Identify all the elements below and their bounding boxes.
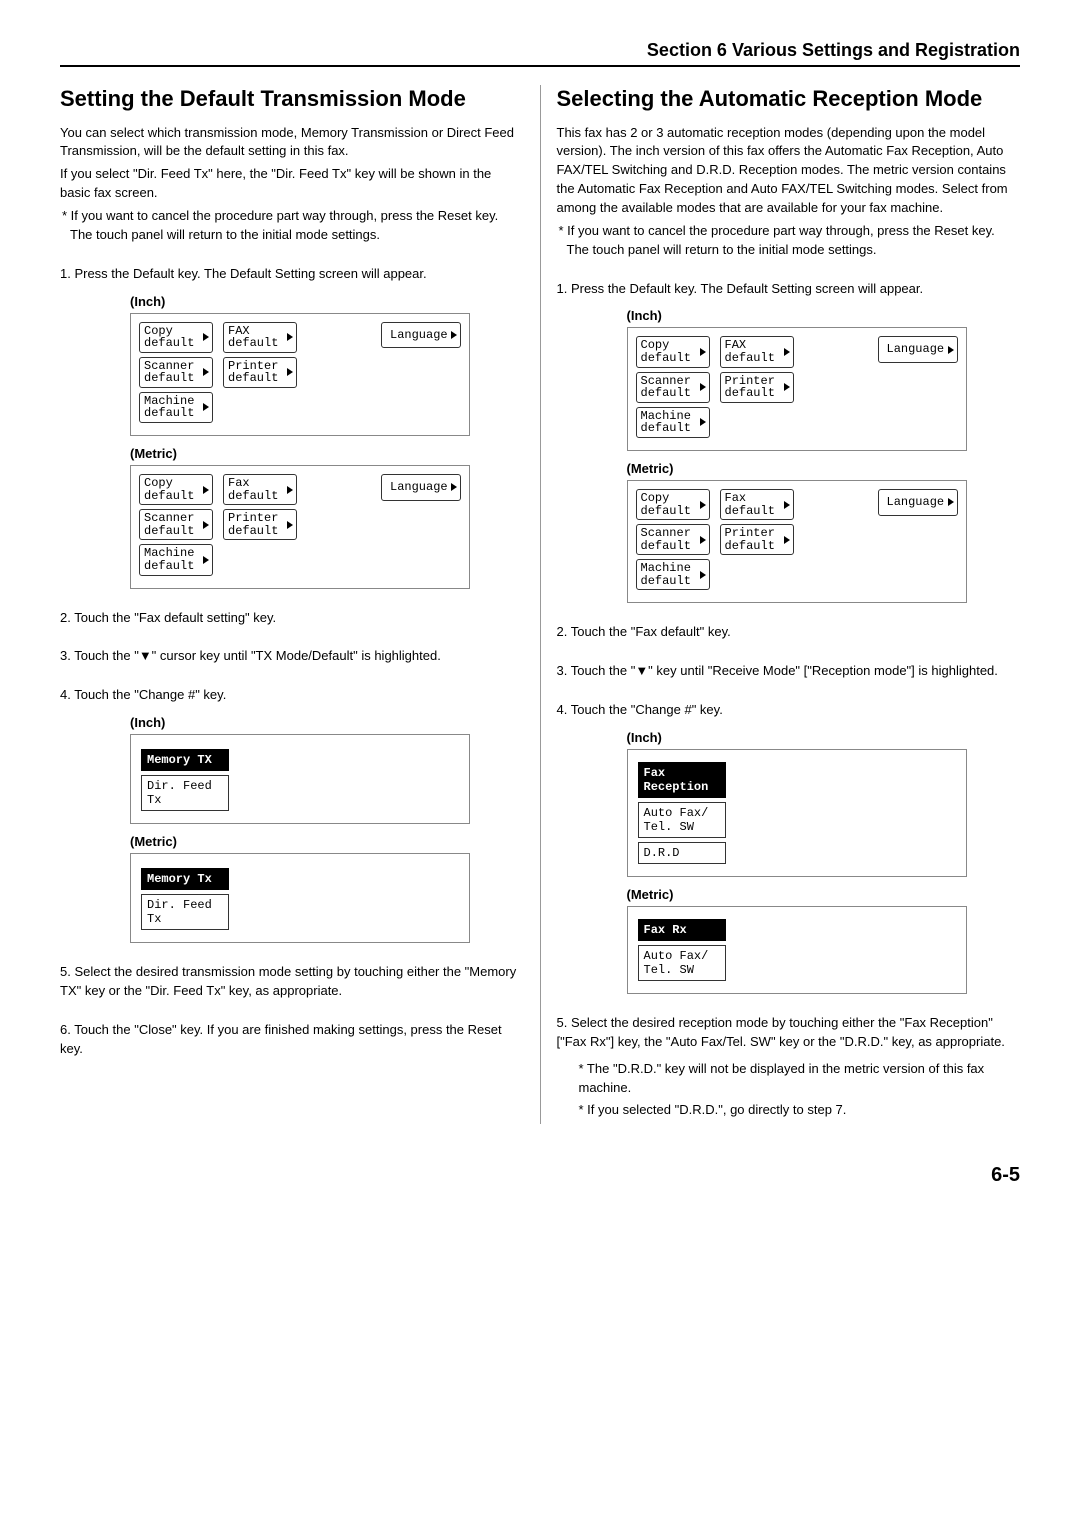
machine-default-button[interactable]: Machine default bbox=[139, 544, 213, 575]
language-button[interactable]: Language bbox=[878, 489, 958, 516]
right-intro: This fax has 2 or 3 automatic reception … bbox=[557, 124, 1021, 218]
printer-default-button[interactable]: Printer default bbox=[720, 524, 794, 555]
label-metric: (Metric) bbox=[130, 834, 524, 849]
auto-fax-tel-button[interactable]: Auto Fax/ Tel. SW bbox=[638, 945, 726, 981]
label-inch: (Inch) bbox=[627, 730, 1021, 745]
auto-fax-tel-button[interactable]: Auto Fax/ Tel. SW bbox=[638, 802, 726, 838]
fax-rx-button[interactable]: Fax Rx bbox=[638, 919, 726, 941]
rx-panel-inch: Fax Reception Auto Fax/ Tel. SW D.R.D bbox=[627, 749, 967, 877]
printer-default-button[interactable]: Printer default bbox=[720, 372, 794, 403]
scanner-default-button[interactable]: Scanner default bbox=[636, 524, 710, 555]
memory-tx-button[interactable]: Memory TX bbox=[141, 749, 229, 771]
fax-default-button[interactable]: FAX default bbox=[720, 336, 794, 367]
right-note: * If you want to cancel the procedure pa… bbox=[557, 222, 1021, 260]
right-step-2: 2. Touch the "Fax default" key. bbox=[557, 623, 1021, 642]
copy-default-button[interactable]: Copy default bbox=[636, 336, 710, 367]
machine-default-button[interactable]: Machine default bbox=[636, 407, 710, 438]
right-step-5-note2: * If you selected "D.R.D.", go directly … bbox=[557, 1101, 1021, 1120]
fax-default-button[interactable]: Fax default bbox=[720, 489, 794, 520]
machine-default-button[interactable]: Machine default bbox=[636, 559, 710, 590]
copy-default-button[interactable]: Copy default bbox=[139, 322, 213, 353]
copy-default-button[interactable]: Copy default bbox=[139, 474, 213, 505]
right-title: Selecting the Automatic Reception Mode bbox=[557, 85, 1021, 114]
printer-default-button[interactable]: Printer default bbox=[223, 357, 297, 388]
right-step-3: 3. Touch the "▼" key until "Receive Mode… bbox=[557, 662, 1021, 681]
language-button[interactable]: Language bbox=[878, 336, 958, 363]
left-step-3: 3. Touch the "▼" cursor key until "TX Mo… bbox=[60, 647, 524, 666]
right-step-5: 5. Select the desired reception mode by … bbox=[557, 1014, 1021, 1052]
rx-panel-metric: Fax Rx Auto Fax/ Tel. SW bbox=[627, 906, 967, 994]
left-step-4: 4. Touch the "Change #" key. bbox=[60, 686, 524, 705]
dir-feed-tx-button[interactable]: Dir. Feed Tx bbox=[141, 775, 229, 811]
language-button[interactable]: Language bbox=[381, 474, 461, 501]
left-intro-1: You can select which transmission mode, … bbox=[60, 124, 524, 162]
label-metric: (Metric) bbox=[627, 887, 1021, 902]
default-panel-metric: Copy default Scanner default Machine def… bbox=[627, 480, 967, 604]
drd-button[interactable]: D.R.D bbox=[638, 842, 726, 864]
left-step-6: 6. Touch the "Close" key. If you are fin… bbox=[60, 1021, 524, 1059]
left-step-2: 2. Touch the "Fax default setting" key. bbox=[60, 609, 524, 628]
language-button[interactable]: Language bbox=[381, 322, 461, 349]
label-inch: (Inch) bbox=[627, 308, 1021, 323]
left-note: * If you want to cancel the procedure pa… bbox=[60, 207, 524, 245]
fax-reception-button[interactable]: Fax Reception bbox=[638, 762, 726, 798]
page-number: 6-5 bbox=[60, 1164, 1020, 1187]
label-metric: (Metric) bbox=[130, 446, 524, 461]
label-inch: (Inch) bbox=[130, 294, 524, 309]
printer-default-button[interactable]: Printer default bbox=[223, 509, 297, 540]
dir-feed-tx-button[interactable]: Dir. Feed Tx bbox=[141, 894, 229, 930]
left-title: Setting the Default Transmission Mode bbox=[60, 85, 524, 114]
right-step-5-note1: * The "D.R.D." key will not be displayed… bbox=[557, 1060, 1021, 1098]
default-panel-inch: Copy default Scanner default Machine def… bbox=[130, 313, 470, 437]
right-step-1: 1. Press the Default key. The Default Se… bbox=[557, 280, 1021, 299]
copy-default-button[interactable]: Copy default bbox=[636, 489, 710, 520]
section-header: Section 6 Various Settings and Registrat… bbox=[647, 40, 1020, 61]
fax-default-button[interactable]: FAX default bbox=[223, 322, 297, 353]
scanner-default-button[interactable]: Scanner default bbox=[139, 357, 213, 388]
left-step-1: 1. Press the Default key. The Default Se… bbox=[60, 265, 524, 284]
fax-default-button[interactable]: Fax default bbox=[223, 474, 297, 505]
left-intro-2: If you select "Dir. Feed Tx" here, the "… bbox=[60, 165, 524, 203]
scanner-default-button[interactable]: Scanner default bbox=[139, 509, 213, 540]
memory-tx-button[interactable]: Memory Tx bbox=[141, 868, 229, 890]
left-step-5: 5. Select the desired transmission mode … bbox=[60, 963, 524, 1001]
machine-default-button[interactable]: Machine default bbox=[139, 392, 213, 423]
scanner-default-button[interactable]: Scanner default bbox=[636, 372, 710, 403]
right-step-4: 4. Touch the "Change #" key. bbox=[557, 701, 1021, 720]
label-inch: (Inch) bbox=[130, 715, 524, 730]
tx-panel-inch: Memory TX Dir. Feed Tx bbox=[130, 734, 470, 824]
default-panel-inch: Copy default Scanner default Machine def… bbox=[627, 327, 967, 451]
label-metric: (Metric) bbox=[627, 461, 1021, 476]
default-panel-metric: Copy default Scanner default Machine def… bbox=[130, 465, 470, 589]
tx-panel-metric: Memory Tx Dir. Feed Tx bbox=[130, 853, 470, 943]
